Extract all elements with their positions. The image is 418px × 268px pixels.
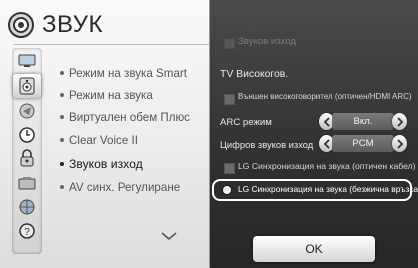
sound-icon[interactable] (13, 74, 41, 98)
menu-item-smart-sound-mode[interactable]: Режим на звука Smart (60, 64, 220, 82)
bullet-icon (60, 115, 64, 119)
header-divider (14, 44, 210, 45)
menu-item-av-sync[interactable]: AV синх. Регулиране (60, 178, 220, 196)
sound-out-checkbox (224, 38, 235, 49)
network-icon[interactable] (16, 196, 38, 218)
settings-screen: ЗВУК ? Режим на звука Smart Режим на зву… (0, 0, 418, 268)
tv-speaker-option[interactable]: TV Високогов. (220, 69, 288, 80)
menu-item-label: Режим на звука Smart (69, 66, 187, 80)
chevron-down-icon[interactable] (160, 228, 178, 241)
radio-selected-icon (223, 186, 231, 194)
lg-sync-optical-checkbox[interactable] (224, 163, 235, 174)
sound-icon (6, 10, 36, 40)
chevron-left-icon (323, 116, 330, 127)
menu-item-virtual-surround[interactable]: Виртуален обем Плюс (60, 108, 220, 126)
category-icon-bar: ? (12, 48, 42, 254)
option-icon[interactable] (16, 172, 38, 194)
menu-item-sound-out[interactable]: Звуков изход (60, 155, 220, 173)
digital-out-label: Цифров звуков изход (220, 139, 314, 150)
chevron-left-icon (323, 138, 330, 149)
bullet-icon (60, 185, 64, 189)
lock-icon[interactable] (16, 147, 38, 169)
sound-out-panel: Звуков изход TV Високогов. Външен високо… (210, 0, 418, 268)
clock-icon[interactable] (16, 124, 38, 146)
support-icon[interactable]: ? (16, 220, 38, 242)
lg-sync-optical-label: LG Синхронизация на звука (оптичен кабел… (238, 161, 416, 171)
menu-item-clear-voice[interactable]: Clear Voice II (60, 131, 220, 149)
menu-item-sound-mode[interactable]: Режим на звука (60, 86, 220, 104)
bullet-icon (60, 71, 64, 75)
arc-mode-label: ARC режим (220, 117, 272, 128)
sound-out-label: Звуков изход (238, 36, 297, 47)
bullet-icon (60, 138, 64, 142)
menu-item-label: Звуков изход (69, 157, 143, 171)
arc-mode-value: Вкл. (332, 113, 394, 130)
bullet-icon (60, 162, 64, 166)
external-speaker-label: Външен високоговорител (оптичен/HDMI ARC… (238, 92, 412, 101)
menu-item-label: Clear Voice II (69, 133, 138, 147)
picture-icon[interactable] (16, 50, 38, 72)
digital-out-next-button[interactable] (392, 135, 407, 152)
digital-out-value: PCM (332, 135, 394, 152)
channel-icon[interactable] (16, 100, 38, 122)
menu-item-label: Режим на звука (69, 88, 153, 102)
ok-button[interactable]: OK (253, 236, 375, 262)
chevron-right-icon (396, 116, 403, 127)
arc-mode-next-button[interactable] (392, 113, 407, 130)
lg-sync-wireless-label: LG Синхронизация на звука (безжична връз… (238, 184, 418, 194)
page-title: ЗВУК (42, 11, 103, 38)
svg-text:?: ? (24, 227, 30, 238)
bullet-icon (60, 93, 64, 97)
menu-item-label: Виртуален обем Плюс (69, 110, 190, 124)
external-speaker-checkbox[interactable] (224, 94, 235, 105)
menu-header: ЗВУК (6, 8, 103, 42)
settings-menu-panel: ЗВУК ? Режим на звука Smart Режим на зву… (0, 0, 212, 268)
menu-item-label: AV синх. Регулиране (69, 180, 181, 194)
chevron-right-icon (396, 138, 403, 149)
